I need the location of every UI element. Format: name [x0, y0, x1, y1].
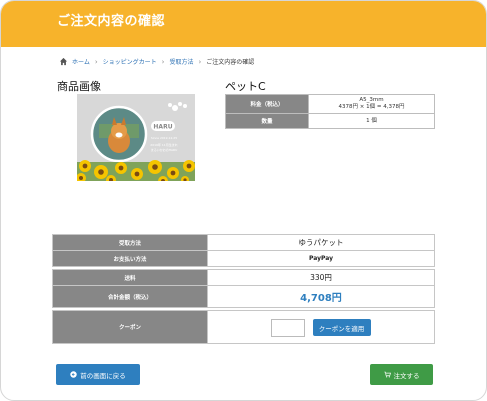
delivery-label: 受取方法: [52, 234, 208, 251]
breadcrumb-cart[interactable]: ショッピングカート: [103, 57, 157, 66]
breadcrumb-current: ご注文内容の確認: [206, 59, 255, 66]
shipping-row: 送料 330円: [52, 269, 435, 286]
product-name: ペットC: [225, 80, 266, 93]
payment-label: お支払い方法: [52, 250, 208, 267]
breadcrumb-separator: ›: [94, 57, 98, 66]
back-button-label: 前の画面に戻る: [80, 371, 126, 380]
quantity-value: 1 個: [308, 113, 435, 129]
price-value: A5_3mm 4378円 × 1個 = 4,378円: [308, 94, 435, 114]
total-label: 合計金額（税込）: [52, 285, 208, 308]
breadcrumb-separator: ›: [198, 57, 202, 66]
total-row: 合計金額（税込） 4,708円: [52, 285, 435, 308]
payment-row: お支払い方法 PayPay: [52, 250, 435, 267]
payment-value: PayPay: [207, 250, 435, 267]
page-header: ご注文内容の確認: [1, 1, 486, 47]
shipping-value: 330円: [207, 269, 435, 286]
page-title: ご注文内容の確認: [57, 14, 166, 29]
cart-icon: [383, 371, 391, 378]
total-table: 送料 330円 合計金額（税込） 4,708円: [52, 269, 435, 308]
price-option: A5_3mm: [359, 97, 384, 103]
delivery-row: 受取方法 ゆうパケット: [52, 234, 435, 251]
quantity-label: 数量: [225, 113, 309, 129]
coupon-input[interactable]: [271, 318, 306, 337]
delivery-value: ゆうパケット: [207, 234, 435, 251]
coupon-row: クーポン クーポンを適用: [52, 310, 435, 344]
product-image: HARU Since 2019.12.25 2019年 11月生まれ まるいかお…: [77, 94, 195, 181]
product-artwork: HARU Since 2019.12.25 2019年 11月生まれ まるいかお…: [77, 94, 195, 181]
coupon-cell: クーポンを適用: [207, 310, 435, 344]
place-order-label: 注文する: [393, 371, 420, 380]
price-calculation: 4378円 × 1個 = 4,378円: [338, 104, 405, 110]
place-order-button[interactable]: 注文する: [370, 364, 433, 385]
breadcrumb: ホーム › ショッピングカート › 受取方法 › ご注文内容の確認: [59, 57, 254, 66]
page-frame: ご注文内容の確認 ホーム › ショッピングカート › 受取方法 › ご注文内容の…: [0, 0, 487, 401]
product-image-heading: 商品画像: [57, 80, 101, 93]
home-icon: [59, 57, 68, 66]
price-table: 料金（税込） A5_3mm 4378円 × 1個 = 4,378円 数量 1 個: [225, 94, 435, 129]
apply-coupon-button[interactable]: クーポンを適用: [312, 319, 371, 337]
image-text-line3: まるいかおのHARU: [151, 147, 178, 152]
image-text-line2: 2019年 11月生まれ: [150, 142, 177, 147]
breadcrumb-separator: ›: [161, 57, 165, 66]
delivery-table: 受取方法 ゆうパケット お支払い方法 PayPay: [52, 234, 435, 267]
quantity-row: 数量 1 個: [225, 113, 435, 129]
total-value: 4,708円: [207, 285, 435, 308]
price-row: 料金（税込） A5_3mm 4378円 × 1個 = 4,378円: [225, 94, 435, 114]
back-button[interactable]: 前の画面に戻る: [56, 364, 140, 385]
breadcrumb-delivery[interactable]: 受取方法: [169, 57, 193, 66]
image-pet-name: HARU: [153, 124, 172, 131]
price-label: 料金（税込）: [225, 94, 309, 114]
breadcrumb-home[interactable]: ホーム: [72, 57, 90, 66]
image-text-line1: Since 2019.12.25: [151, 136, 177, 140]
coupon-table: クーポン クーポンを適用: [52, 310, 435, 344]
arrow-left-circle-icon: [70, 371, 77, 378]
coupon-label: クーポン: [52, 310, 208, 344]
shipping-label: 送料: [52, 269, 208, 286]
